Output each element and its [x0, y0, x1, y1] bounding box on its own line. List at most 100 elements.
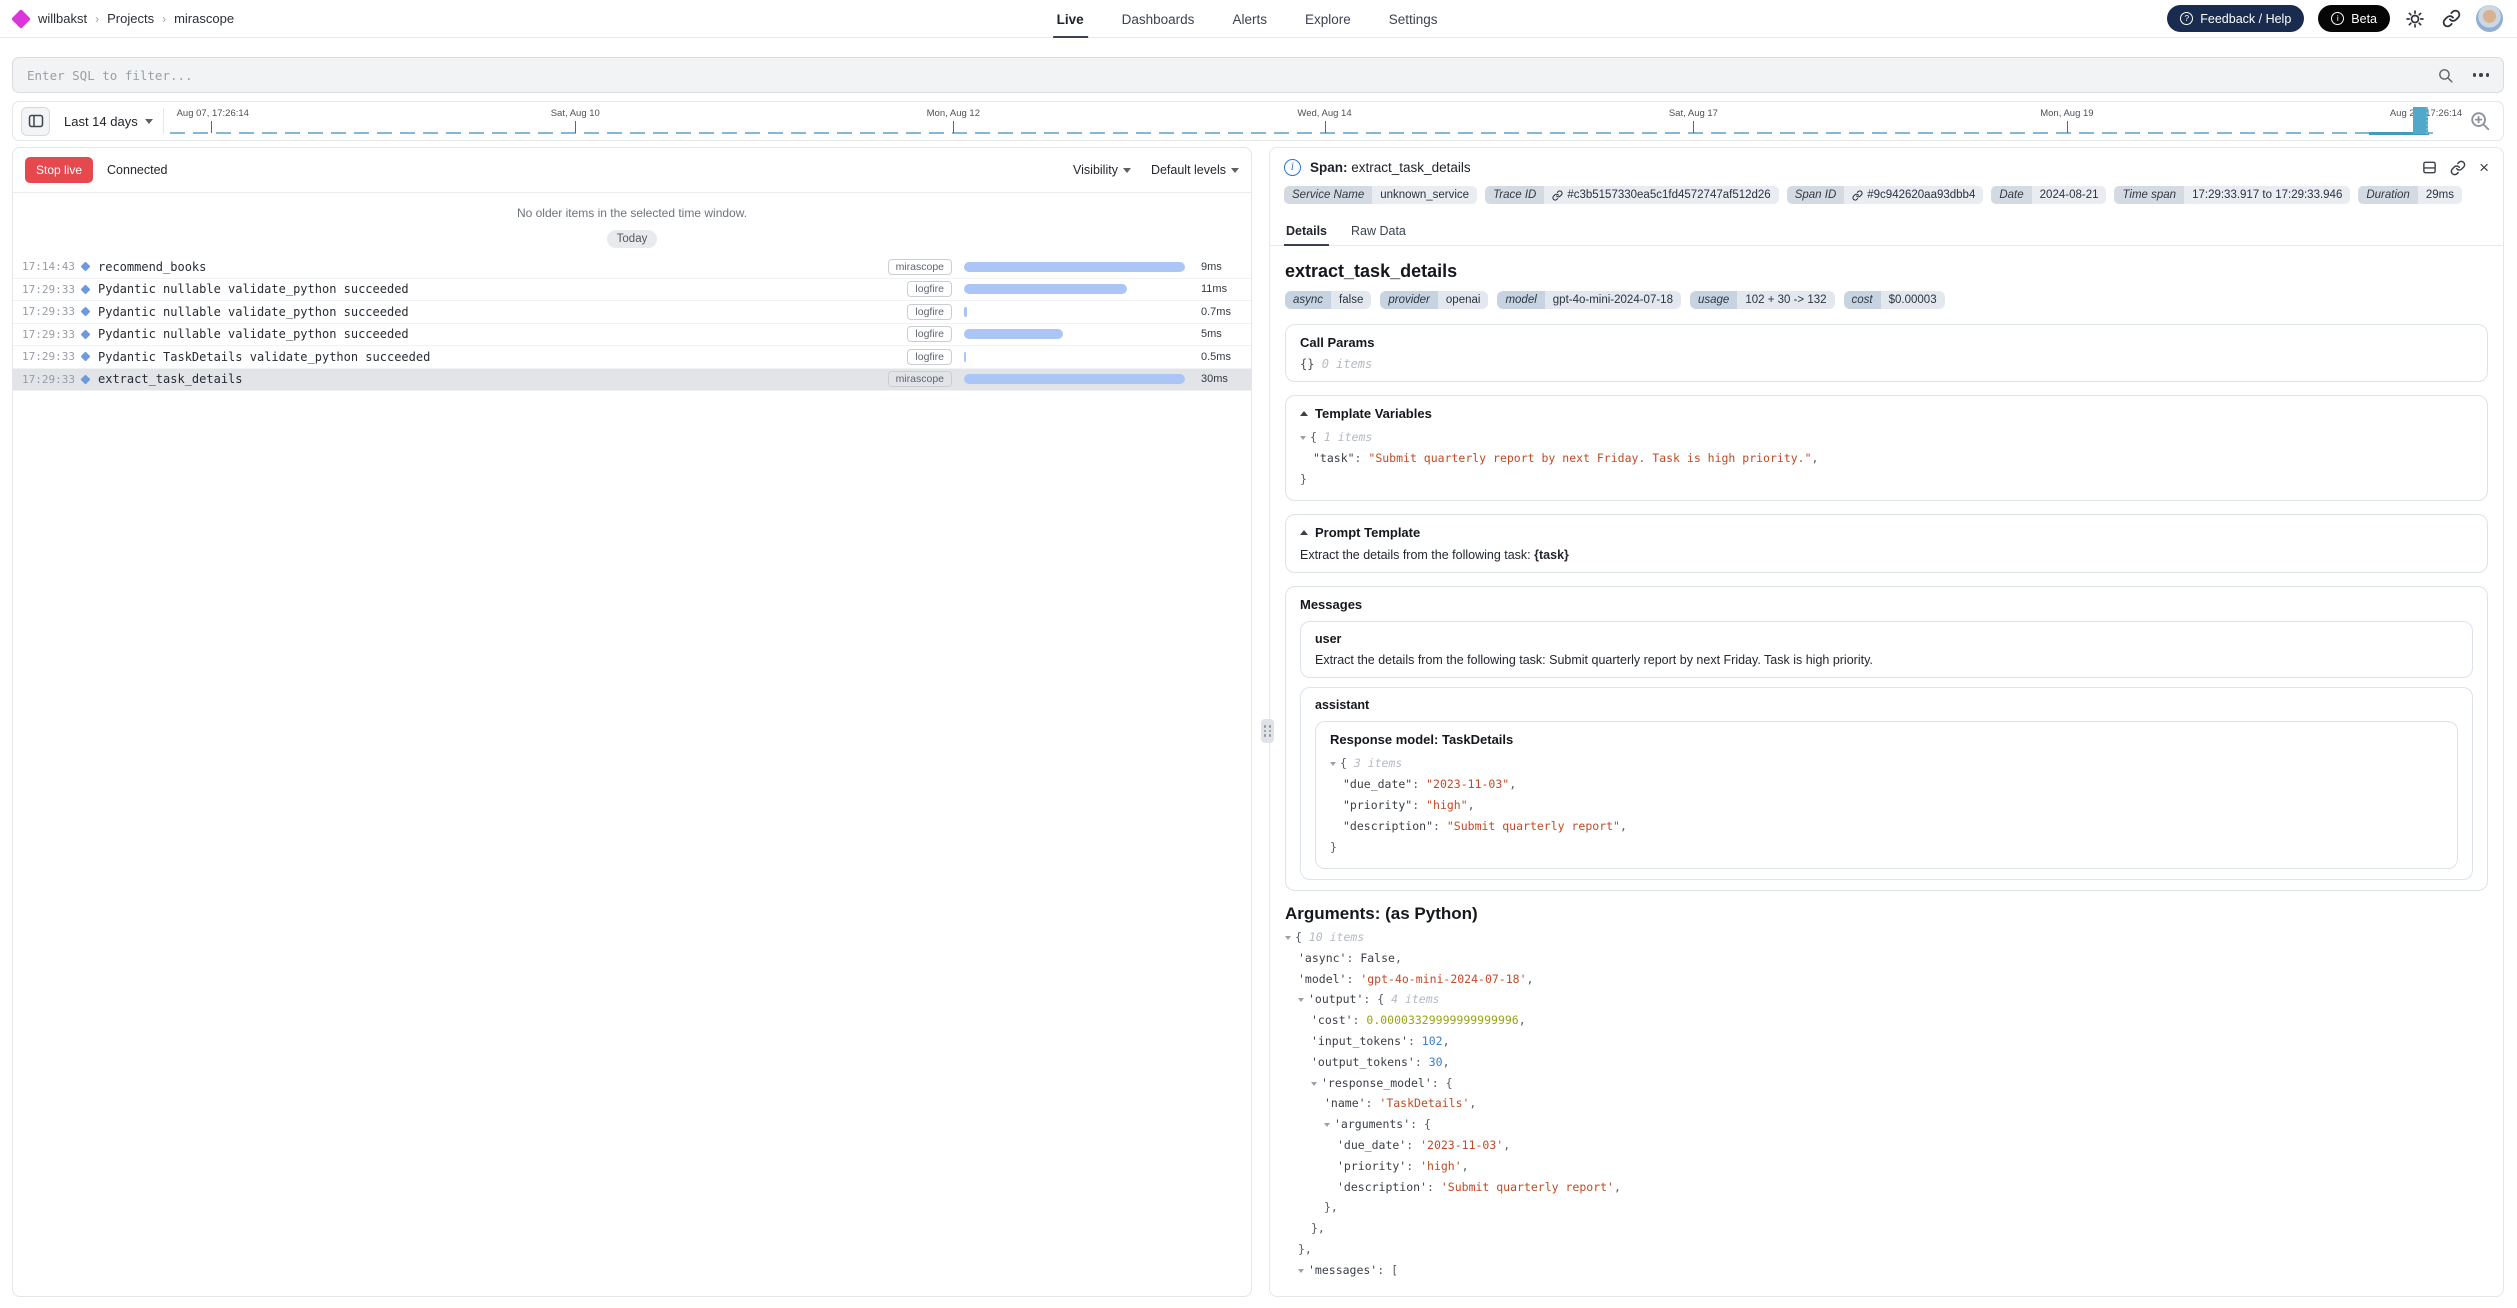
user-avatar[interactable] [2476, 5, 2503, 32]
async-badge: asyncfalse [1285, 291, 1371, 309]
model-badge: modelgpt-4o-mini-2024-07-18 [1497, 291, 1681, 309]
row-tag-badge: logfire [907, 281, 952, 297]
sql-filter-input[interactable] [27, 68, 2435, 83]
visibility-dropdown[interactable]: Visibility [1073, 163, 1131, 177]
row-tag-badge: logfire [907, 349, 952, 365]
arguments-json-viewer[interactable]: { 10 items'async': False,'model': 'gpt-4… [1285, 927, 2488, 1281]
time-range-dropdown[interactable]: Last 14 days [60, 114, 163, 129]
json-viewer[interactable]: { 3 items"due_date": "2023-11-03","prior… [1330, 753, 2443, 858]
main-tabs: Live Dashboards Alerts Explore Settings [1057, 0, 1438, 38]
axis-dashed-line [170, 132, 2433, 134]
stop-live-button[interactable]: Stop live [25, 157, 93, 183]
row-name: Pydantic TaskDetails validate_python suc… [98, 350, 430, 364]
theme-toggle-icon[interactable] [2404, 8, 2426, 30]
breadcrumb-projects[interactable]: Projects [107, 11, 154, 26]
row-duration: 0.5ms [1190, 351, 1242, 363]
duration-bar [964, 262, 1185, 272]
share-link-icon[interactable] [2440, 8, 2462, 30]
collapse-icon [1300, 411, 1308, 416]
log-row-selected[interactable]: 17:29:33 extract_task_details mirascope … [13, 369, 1251, 392]
duration-bar-track [964, 373, 1190, 385]
log-row[interactable]: 17:14:43 recommend_books mirascope 9ms [13, 256, 1251, 279]
live-trace-panel: Stop live Connected Visibility Default l… [12, 147, 1252, 1297]
time-axis[interactable]: Aug 07, 17:26:14 Sat, Aug 10 Mon, Aug 12… [170, 102, 2461, 140]
logfire-logo-icon[interactable] [11, 9, 31, 29]
span-diamond-icon [81, 352, 91, 362]
log-row[interactable]: 17:29:33 Pydantic TaskDetails validate_p… [13, 346, 1251, 369]
prompt-template-card: Prompt Template Extract the details from… [1285, 514, 2488, 573]
json-viewer[interactable]: { 1 items"task": "Submit quarterly repor… [1300, 427, 2473, 490]
span-diamond-icon [81, 329, 91, 339]
more-options-button[interactable] [2473, 73, 2490, 77]
duration-bar-track [964, 328, 1190, 340]
beta-button[interactable]: i Beta [2318, 5, 2390, 32]
link-icon [1552, 190, 1563, 201]
span-diamond-icon [81, 307, 91, 317]
tab-live[interactable]: Live [1057, 0, 1084, 38]
row-timestamp: 17:29:33 [22, 283, 80, 296]
user-message-card: user Extract the details from the follow… [1300, 621, 2473, 678]
copy-link-icon[interactable] [2450, 160, 2466, 176]
trace-id-chip[interactable]: Trace ID #c3b5157330ea5c1fd4572747af512d… [1485, 186, 1779, 204]
span-info-icon: i [1284, 159, 1301, 176]
call-params-title: Call Params [1300, 335, 2473, 350]
empty-window-message: No older items in the selected time wind… [13, 206, 1251, 220]
duration-bar [964, 374, 1185, 384]
tab-settings[interactable]: Settings [1389, 0, 1438, 38]
span-title: extract_task_details [1285, 261, 2488, 282]
breadcrumb-separator: › [162, 12, 166, 26]
messages-card: Messages user Extract the details from t… [1285, 586, 2488, 891]
tab-explore[interactable]: Explore [1305, 0, 1351, 38]
row-duration: 11ms [1190, 283, 1242, 295]
time-selection-region[interactable] [2413, 107, 2428, 134]
tab-details[interactable]: Details [1284, 218, 1329, 245]
duration-bar [964, 352, 966, 362]
template-variables-title[interactable]: Template Variables [1300, 406, 2473, 421]
search-icon[interactable] [2435, 64, 2457, 86]
default-levels-dropdown[interactable]: Default levels [1151, 163, 1239, 177]
feedback-help-button[interactable]: ? Feedback / Help [2167, 5, 2304, 32]
duration-bar-track [964, 283, 1190, 295]
span-id-chip[interactable]: Span ID #9c942620aa93dbb4 [1787, 186, 1984, 204]
row-duration: 30ms [1190, 373, 1242, 385]
span-diamond-icon [81, 374, 91, 384]
row-name: Pydantic nullable validate_python succee… [98, 305, 409, 319]
info-icon: i [2331, 12, 2344, 25]
breadcrumb-project[interactable]: mirascope [174, 11, 234, 26]
breadcrumb-org[interactable]: willbakst [38, 11, 87, 26]
tab-raw-data[interactable]: Raw Data [1349, 218, 1408, 245]
axis-tick: Aug 21, 17:26:14 [2456, 108, 2517, 119]
axis-tick: Sat, Aug 17 [1693, 108, 1742, 119]
sidebar-toggle-button[interactable] [21, 107, 50, 136]
row-timestamp: 17:29:33 [22, 328, 80, 341]
messages-title: Messages [1300, 597, 2473, 612]
log-row[interactable]: 17:29:33 Pydantic nullable validate_pyth… [13, 279, 1251, 302]
row-duration: 0.7ms [1190, 306, 1242, 318]
time-span-chip: Time span 17:29:33.917 to 17:29:33.946 [2114, 186, 2350, 204]
axis-tick: Aug 07, 17:26:14 [177, 108, 249, 119]
usage-badge: usage102 + 30 -> 132 [1690, 291, 1835, 309]
row-name: Pydantic nullable validate_python succee… [98, 327, 409, 341]
prompt-template-title[interactable]: Prompt Template [1300, 525, 2473, 540]
chevron-down-icon [1123, 168, 1131, 173]
axis-tick: Mon, Aug 12 [953, 108, 1006, 119]
cost-badge: cost$0.00003 [1844, 291, 1945, 309]
tab-alerts[interactable]: Alerts [1232, 0, 1267, 38]
row-duration: 5ms [1190, 328, 1242, 340]
sql-filter-bar [12, 57, 2504, 93]
log-row[interactable]: 17:29:33 Pydantic nullable validate_pyth… [13, 324, 1251, 347]
today-divider: Today [607, 230, 658, 248]
row-timestamp: 17:14:43 [22, 260, 80, 273]
link-icon [1852, 190, 1863, 201]
axis-tick: Sat, Aug 10 [575, 108, 624, 119]
duration-bar-track [964, 261, 1190, 273]
close-icon[interactable]: × [2479, 159, 2489, 176]
panel-resize-handle[interactable] [1261, 719, 1274, 743]
dock-panel-icon[interactable] [2422, 160, 2437, 175]
span-attribute-badges: asyncfalse provideropenai modelgpt-4o-mi… [1285, 291, 2488, 309]
span-detail-panel: i Span: extract_task_details [1269, 147, 2504, 1297]
tab-dashboards[interactable]: Dashboards [1122, 0, 1195, 38]
call-params-card: Call Params {} 0 items [1285, 324, 2488, 382]
log-row[interactable]: 17:29:33 Pydantic nullable validate_pyth… [13, 301, 1251, 324]
row-timestamp: 17:29:33 [22, 350, 80, 363]
